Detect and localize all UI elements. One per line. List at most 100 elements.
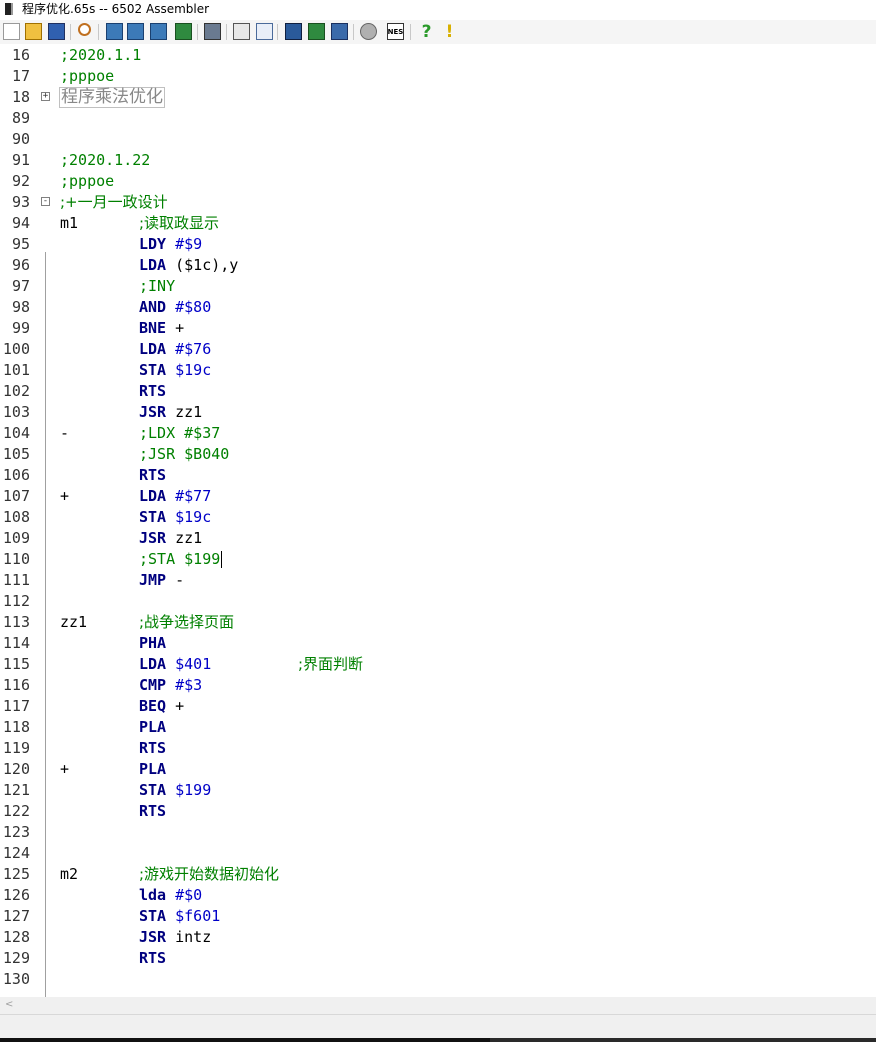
code-line[interactable]: 99 BNE + <box>0 318 876 339</box>
code-line[interactable]: 126 lda #$0 <box>0 885 876 906</box>
code-line[interactable]: 111 JMP - <box>0 570 876 591</box>
line-number: 112 <box>2 592 30 610</box>
code-line[interactable]: 17 ;pppoe <box>0 66 876 87</box>
line-number: 125 <box>2 865 30 883</box>
line-number: 18 <box>11 88 30 106</box>
code-line[interactable]: 124 <box>0 843 876 864</box>
code-line[interactable]: 128 JSR intz <box>0 927 876 948</box>
code-line[interactable]: 129 RTS <box>0 948 876 969</box>
code-line[interactable]: 119 RTS <box>0 738 876 759</box>
code-line[interactable]: 95 LDY #$9 <box>0 234 876 255</box>
operand: $199 <box>175 781 212 799</box>
code-line[interactable]: 103 JSR zz1 <box>0 402 876 423</box>
book-icon[interactable] <box>285 23 302 40</box>
code-line[interactable]: 125 m2 ;游戏开始数据初始化 <box>0 864 876 885</box>
notebook-icon[interactable] <box>331 23 348 40</box>
code-line[interactable]: 118 PLA <box>0 717 876 738</box>
search-icon[interactable] <box>78 23 91 36</box>
settings-icon[interactable] <box>360 23 377 40</box>
toolbar-separator <box>353 24 354 40</box>
instruction: STA $19c <box>139 507 211 528</box>
code-line[interactable]: 100 LDA #$76 <box>0 339 876 360</box>
opcode: JSR <box>139 928 167 946</box>
line-number: 124 <box>2 844 30 862</box>
collapsed-block-label[interactable]: 程序乘法优化 <box>59 87 165 108</box>
save-file-icon[interactable] <box>48 23 65 40</box>
instruction: LDY #$9 <box>139 234 202 255</box>
export-icon[interactable] <box>308 23 325 40</box>
code-line[interactable]: 113 zz1 ;战争选择页面 <box>0 612 876 633</box>
code-line[interactable]: 98 AND #$80 <box>0 297 876 318</box>
line-number: 115 <box>2 655 30 673</box>
help-icon[interactable]: ? <box>418 22 435 42</box>
code-line[interactable]: 109 JSR zz1 <box>0 528 876 549</box>
operand: + <box>175 697 185 715</box>
code-line[interactable]: 112 <box>0 591 876 612</box>
print-icon[interactable] <box>204 23 221 40</box>
code-line[interactable]: 106 RTS <box>0 465 876 486</box>
code-line[interactable]: 104 - ;LDX #$37 <box>0 423 876 444</box>
code-line[interactable]: 94 m1 ;读取政显示 <box>0 213 876 234</box>
instruction: RTS <box>139 381 166 402</box>
line-number: 128 <box>2 928 30 946</box>
code-line[interactable]: 90 <box>0 129 876 150</box>
code-label: m1 <box>60 214 79 232</box>
code-editor[interactable]: 16 ;2020.1.1 17 ;pppoe 18 + 程序乘法优化 89 90 91 ;2020.… <box>0 45 876 997</box>
code-line[interactable]: 122 RTS <box>0 801 876 822</box>
operand: #$77 <box>175 487 212 505</box>
calculator-icon[interactable] <box>233 23 250 40</box>
code-line[interactable]: 93 - ;+一月一政设计 <box>0 192 876 213</box>
opcode: JMP <box>139 571 167 589</box>
opcode: RTS <box>139 802 167 820</box>
operand: #$0 <box>175 886 203 904</box>
open-file-icon[interactable] <box>25 23 42 40</box>
code-line[interactable]: 110 ;STA $199 <box>0 549 876 570</box>
code-line[interactable]: 18 + 程序乘法优化 <box>0 87 876 108</box>
fold-collapse-icon[interactable]: - <box>41 197 50 206</box>
assemble-all-icon[interactable] <box>127 23 144 40</box>
code-line[interactable]: 123 <box>0 822 876 843</box>
opcode: RTS <box>139 739 167 757</box>
code-line[interactable]: 91 ;2020.1.22 <box>0 150 876 171</box>
download-icon[interactable] <box>175 23 192 40</box>
horizontal-scrollbar[interactable]: < <box>0 997 876 1014</box>
code-line[interactable]: 117 BEQ + <box>0 696 876 717</box>
code-line[interactable]: 116 CMP #$3 <box>0 675 876 696</box>
code-line[interactable]: 130 <box>0 969 876 990</box>
operand: intz <box>175 928 212 946</box>
line-number: 109 <box>2 529 30 547</box>
opcode: LDA <box>139 340 167 358</box>
code-line[interactable]: 92 ;pppoe <box>0 171 876 192</box>
line-number: 101 <box>2 361 30 379</box>
code-line[interactable]: 121 STA $199 <box>0 780 876 801</box>
refresh-icon[interactable] <box>150 23 167 40</box>
code-line[interactable]: 107 + LDA #$77 <box>0 486 876 507</box>
code-line[interactable]: 105 ;JSR $B040 <box>0 444 876 465</box>
toolbar-separator <box>226 24 227 40</box>
window-icon[interactable] <box>256 23 273 40</box>
code-line[interactable]: 96 LDA ($1c),y <box>0 255 876 276</box>
line-number: 108 <box>2 508 30 526</box>
new-file-icon[interactable] <box>3 23 20 40</box>
taskbar-edge <box>0 1038 876 1042</box>
operand: - <box>175 571 185 589</box>
code-line[interactable]: 115 LDA $401 ;界面判断 <box>0 654 876 675</box>
info-icon[interactable]: ! <box>441 22 458 42</box>
code-line[interactable]: 114 PHA <box>0 633 876 654</box>
code-line[interactable]: 120 + PLA <box>0 759 876 780</box>
code-line[interactable]: 16 ;2020.1.1 <box>0 45 876 66</box>
line-number: 16 <box>11 46 30 64</box>
code-line[interactable]: 127 STA $f601 <box>0 906 876 927</box>
code-line[interactable]: 101 STA $19c <box>0 360 876 381</box>
scroll-left-icon[interactable]: < <box>5 999 13 1010</box>
code-line[interactable]: 108 STA $19c <box>0 507 876 528</box>
nes-icon[interactable]: NES <box>387 23 404 40</box>
code-comment: ;STA $199 <box>139 549 223 570</box>
code-line[interactable]: 89 <box>0 108 876 129</box>
opcode: PLA <box>139 760 167 778</box>
code-line[interactable]: 102 RTS <box>0 381 876 402</box>
code-line[interactable]: 97 ;INY <box>0 276 876 297</box>
title-bar: 程序优化.65s -- 6502 Assembler <box>0 0 876 18</box>
fold-expand-icon[interactable]: + <box>41 92 50 101</box>
assemble-icon[interactable] <box>106 23 123 40</box>
